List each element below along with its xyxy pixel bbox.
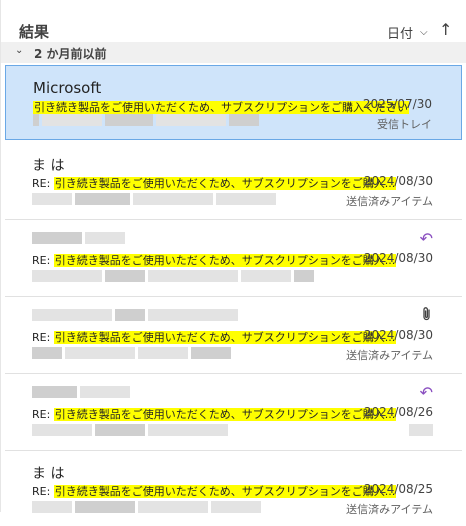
results-header: 結果 日付 ⌵ ↑ — [1, 0, 466, 42]
chevron-down-icon: ⌄ — [15, 45, 24, 56]
paperclip-icon — [421, 306, 433, 326]
message-date: 2024/08/26 — [363, 405, 433, 419]
message-subject-text: 引き続き製品をご使用いただくため、サブスクリプションをご購入... — [53, 177, 397, 190]
message-subject-text: 引き続き製品をご使用いただくため、サブスクリプションをご購入... — [53, 408, 397, 421]
sort-by-button[interactable]: 日付 ⌵ — [387, 23, 428, 42]
message-subject-text: 引き続き製品をご使用いただくため、サブスクリプションをご購入... — [53, 331, 397, 344]
group-label: 2 か月前以前 — [34, 47, 107, 61]
reply-icon: ↶ — [419, 229, 433, 248]
reply-icon: ↶ — [419, 383, 433, 402]
message-item[interactable]: ま は RE: 引き続き製品をご使用いただくため、サブスクリプションをご購入..… — [5, 143, 462, 220]
results-title: 結果 — [19, 23, 50, 41]
message-date: 2024/08/30 — [363, 328, 433, 342]
message-date: 2024/08/30 — [363, 251, 433, 265]
group-header[interactable]: ⌄ 2 か月前以前 — [1, 42, 466, 63]
sort-direction-arrow-up-icon[interactable]: ↑ — [439, 20, 452, 39]
redacted-preview — [32, 501, 261, 513]
message-subject: RE: 引き続き製品をご使用いただくため、サブスクリプションをご購入... — [32, 406, 397, 422]
message-subject: RE: 引き続き製品をご使用いただくため、サブスクリプションをご購入... — [32, 483, 397, 499]
message-sender: Microsoft — [33, 79, 102, 97]
message-subject-prefix: RE: — [32, 485, 54, 498]
redacted-preview — [33, 114, 259, 126]
message-subject: 引き続き製品をご使用いただくため、サブスクリプションをご購入ください — [33, 99, 409, 115]
message-item[interactable]: ↶ RE: 引き続き製品をご使用いただくため、サブスクリプションをご購入... … — [5, 220, 462, 297]
message-folder: 送信済みアイテム — [346, 195, 433, 208]
redacted-preview — [32, 424, 228, 436]
message-folder: 受信トレイ — [377, 118, 432, 131]
message-item[interactable]: RE: 引き続き製品をご使用いただくため、サブスクリプションをご購入... 20… — [5, 297, 462, 374]
redacted-preview — [32, 270, 314, 282]
redacted-preview — [32, 347, 231, 359]
message-subject-prefix: RE: — [32, 254, 54, 267]
message-date: 2025/07/30 — [362, 97, 432, 111]
message-subject: RE: 引き続き製品をご使用いただくため、サブスクリプションをご購入... — [32, 175, 397, 191]
chevron-down-icon: ⌵ — [420, 27, 428, 38]
message-subject-prefix: RE: — [32, 177, 54, 190]
redacted-sender — [32, 232, 125, 244]
message-subject-text: 引き続き製品をご使用いただくため、サブスクリプションをご購入... — [53, 254, 397, 267]
message-subject: RE: 引き続き製品をご使用いただくため、サブスクリプションをご購入... — [32, 329, 397, 345]
redacted-folder — [409, 424, 433, 436]
message-date: 2024/08/25 — [363, 482, 433, 496]
message-sender: ま は — [32, 466, 65, 482]
message-subject-prefix: RE: — [32, 408, 54, 421]
message-subject-text: 引き続き製品をご使用いただくため、サブスクリプションをご購入... — [53, 485, 397, 498]
message-item[interactable]: ↶ RE: 引き続き製品をご使用いただくため、サブスクリプションをご購入... … — [5, 374, 462, 451]
message-folder: 送信済みアイテム — [346, 503, 433, 516]
message-folder: 送信済みアイテム — [346, 349, 433, 362]
message-sender: ま は — [32, 158, 65, 174]
message-subject-text: 引き続き製品をご使用いただくため、サブスクリプションをご購入ください — [33, 101, 409, 114]
message-subject: RE: 引き続き製品をご使用いただくため、サブスクリプションをご購入... — [32, 252, 397, 268]
message-subject-prefix: RE: — [32, 331, 54, 344]
message-item[interactable]: ま は RE: 引き続き製品をご使用いただくため、サブスクリプションをご購入..… — [5, 451, 462, 526]
redacted-sender — [32, 386, 130, 398]
redacted-sender — [32, 309, 238, 321]
message-date: 2024/08/30 — [363, 174, 433, 188]
message-item[interactable]: Microsoft 引き続き製品をご使用いただくため、サブスクリプションをご購入… — [5, 65, 462, 140]
search-results-pane: 結果 日付 ⌵ ↑ ⌄ 2 か月前以前 Microsoft 引き続き製品をご使用… — [0, 0, 466, 516]
sort-by-label: 日付 — [387, 27, 414, 42]
redacted-preview — [32, 193, 276, 205]
